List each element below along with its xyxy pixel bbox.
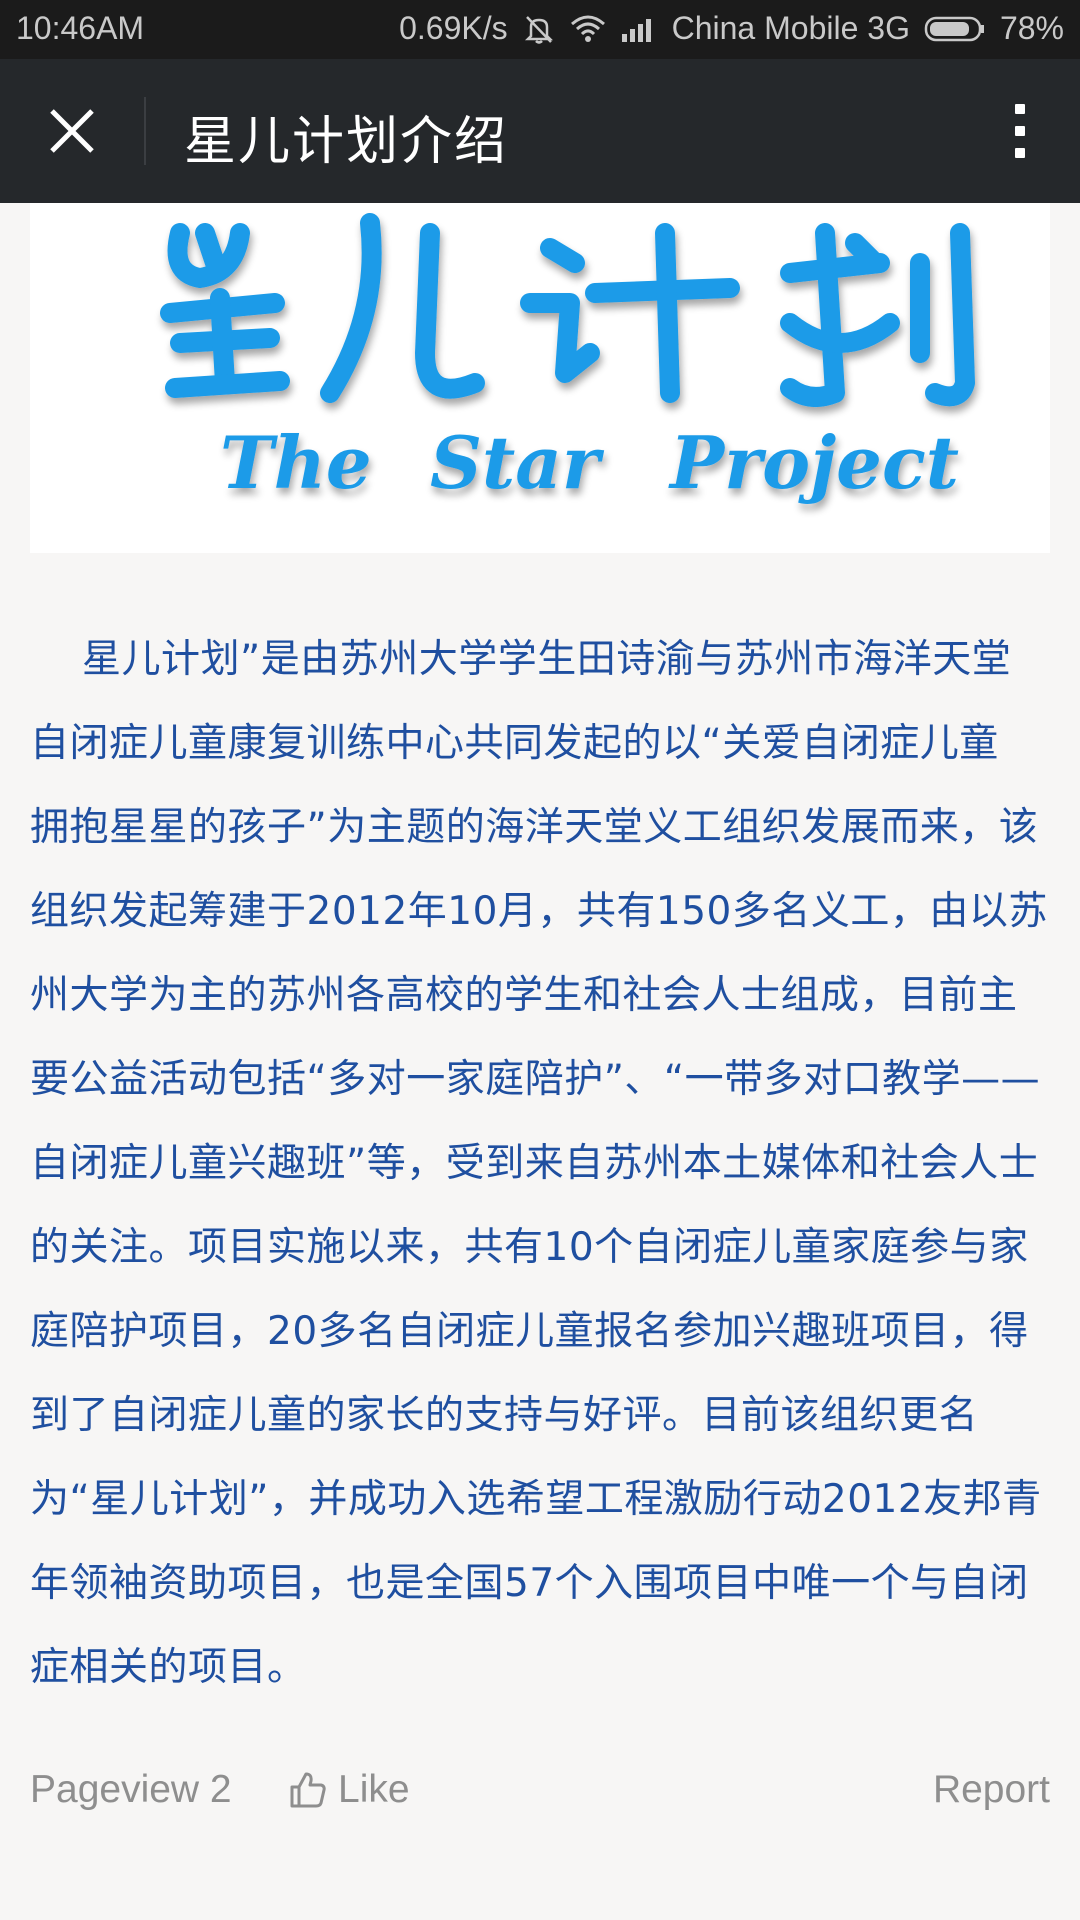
title-divider <box>144 97 146 165</box>
banner-image: The Star Project <box>30 203 1050 553</box>
pageview-count: Pageview 2 <box>30 1768 232 1811</box>
logo-word-star: Star <box>430 420 605 505</box>
status-bar: 10:46AM 0.69K/s China Mobile 3G 78% <box>0 0 1080 59</box>
network-speed: 0.69K/s <box>399 10 508 46</box>
more-vertical-icon <box>1015 104 1025 158</box>
more-button[interactable] <box>990 93 1050 169</box>
page-title: 星儿计划介绍 <box>184 112 509 172</box>
like-button[interactable]: Like <box>288 1768 410 1812</box>
title-bar: 星儿计划介绍 <box>0 59 1080 203</box>
carrier-label: China Mobile 3G <box>671 10 910 46</box>
status-time: 10:46AM <box>16 10 145 46</box>
report-link[interactable]: Report <box>933 1768 1050 1812</box>
like-label: Like <box>338 1768 410 1811</box>
signal-icon <box>620 14 658 44</box>
star-project-logo: The Star Project <box>160 213 975 505</box>
close-button[interactable] <box>30 93 114 169</box>
logo-word-the: The <box>220 420 372 505</box>
article-footer: Pageview 2 Like Report <box>30 1760 1050 1820</box>
mute-icon <box>522 12 556 46</box>
article-body: 星儿计划”是由苏州大学学生田诗渝与苏州市海洋天堂自闭症儿童康复训练中心共同发起的… <box>30 637 1048 1690</box>
battery-percent: 78% <box>999 10 1064 46</box>
status-right: 0.69K/s China Mobile 3G 78% <box>399 10 1064 47</box>
close-icon <box>50 109 94 153</box>
wifi-icon <box>570 14 606 44</box>
logo-word-project: Project <box>668 420 959 505</box>
thumbs-up-icon <box>290 1772 326 1808</box>
battery-icon <box>924 15 986 43</box>
